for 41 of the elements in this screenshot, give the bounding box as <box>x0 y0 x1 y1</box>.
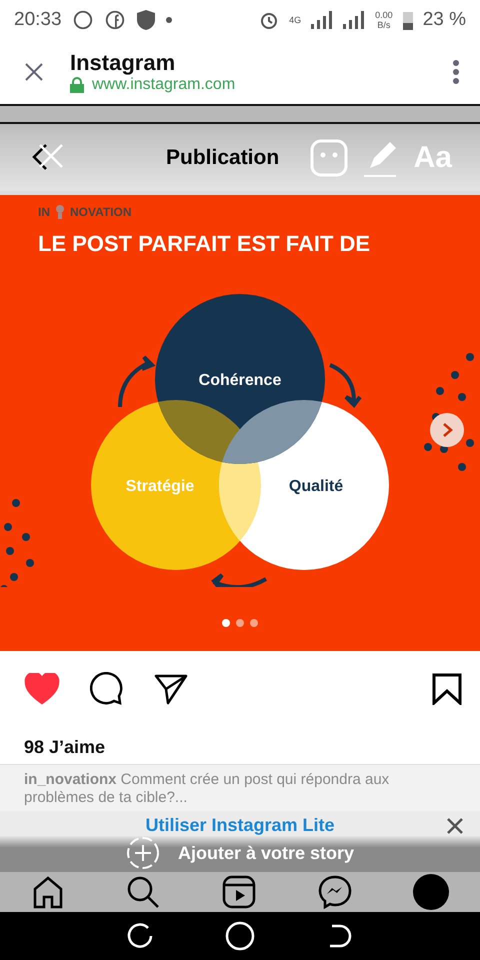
likes-count: 98 J’aime <box>23 736 106 759</box>
post-headline: LE POST PARFAIT EST FAIT DE <box>38 231 372 257</box>
add-icon <box>126 836 160 870</box>
reels-icon[interactable] <box>222 875 256 909</box>
next-slide-button[interactable] <box>430 413 464 447</box>
network-type: 4G <box>289 16 302 24</box>
story-title: Publication <box>166 146 280 170</box>
notification-dot-icon <box>166 17 172 23</box>
lock-icon <box>70 77 84 93</box>
post-caption: in_novationx Comment crée un post qui répondra aux problèmes de ta cible?... <box>0 764 480 811</box>
page-title: Instagram <box>70 50 176 76</box>
battery-level: 23 % <box>422 9 466 31</box>
comment-icon[interactable] <box>90 672 124 706</box>
circle-label: Qualité <box>288 478 344 495</box>
status-time: 20:33 <box>14 9 62 31</box>
home-icon[interactable] <box>224 921 255 951</box>
bookmark-icon[interactable] <box>432 673 462 705</box>
data-speed-unit: B/s <box>377 20 390 30</box>
like-icon[interactable] <box>24 673 60 705</box>
search-icon[interactable] <box>126 875 160 909</box>
close-icon[interactable] <box>24 62 44 82</box>
signal-icon <box>343 11 366 29</box>
instagram-lite-link[interactable]: Utiliser Instagram Lite <box>145 815 335 836</box>
messenger-icon[interactable] <box>318 875 352 909</box>
shield-icon <box>136 9 156 31</box>
close-icon[interactable] <box>446 817 464 835</box>
share-icon[interactable] <box>154 673 188 705</box>
logo-text: IN <box>38 205 50 219</box>
alarm-icon <box>259 10 280 30</box>
facebook-icon <box>104 9 126 31</box>
profile-avatar[interactable] <box>413 874 450 910</box>
signal-icon <box>311 11 334 29</box>
recent-apps-icon[interactable] <box>126 922 154 950</box>
more-options-icon[interactable] <box>452 59 460 85</box>
logo-text: NOVATION <box>70 205 132 219</box>
data-speed: 0.00 <box>375 10 393 20</box>
circle-label: Stratégie <box>126 478 194 495</box>
battery-icon <box>402 10 413 30</box>
add-to-story-button[interactable]: Ajouter à votre story <box>126 836 354 870</box>
circle-label: Cohérence <box>198 372 282 389</box>
page-url: www.instagram.com <box>92 76 236 94</box>
